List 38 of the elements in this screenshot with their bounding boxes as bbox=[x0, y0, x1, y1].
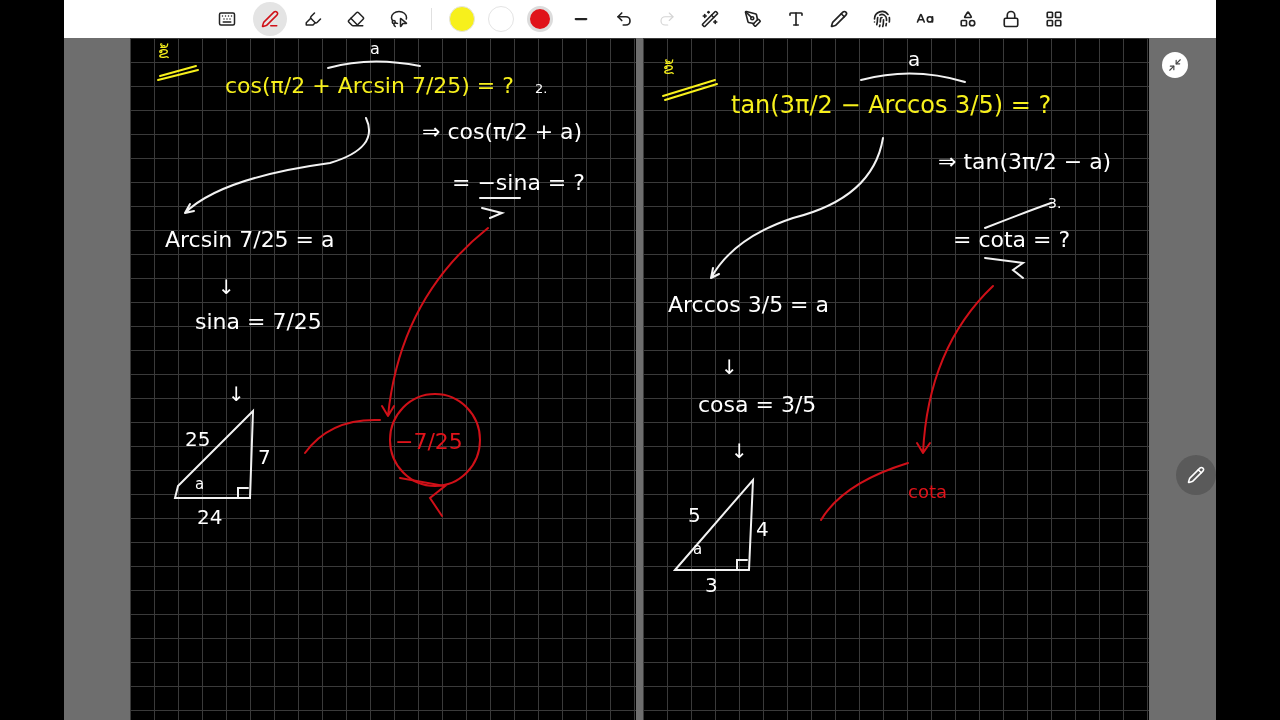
handwritten-text: 4 bbox=[756, 518, 769, 540]
pen-button[interactable] bbox=[1176, 455, 1216, 495]
handwritten-text: ຂໍ້ bbox=[663, 60, 674, 78]
handwritten-text: ⇒ cos(π/2 + a) bbox=[422, 120, 583, 145]
handwritten-text: cota bbox=[908, 482, 947, 502]
handwritten-text: ⇒ tan(3π/2 − a) bbox=[938, 150, 1112, 175]
color-swatch[interactable] bbox=[526, 6, 553, 32]
handwritten-text: ↓ bbox=[731, 440, 748, 462]
handwritten-text: ↓ bbox=[721, 356, 738, 378]
handwritten-text: ↓ bbox=[218, 276, 235, 298]
collapse-icon bbox=[1168, 58, 1182, 72]
handwritten-text: a bbox=[370, 40, 380, 58]
handwritten-text: 2. bbox=[535, 82, 548, 97]
pencil-icon bbox=[1187, 466, 1205, 484]
handwritten-text: Arccos 3/5 = a bbox=[668, 293, 830, 318]
handwritten-text: a bbox=[693, 541, 703, 558]
color-swatch[interactable] bbox=[487, 6, 514, 32]
color-swatch[interactable] bbox=[448, 6, 475, 32]
handwritten-text: = −sina = ? bbox=[452, 171, 585, 196]
pen-icon[interactable] bbox=[252, 2, 287, 36]
handwritten-text: a bbox=[195, 476, 205, 493]
handwritten-text: ຂໍ້ bbox=[158, 44, 169, 62]
handwritten-text: a bbox=[908, 48, 921, 70]
handwritten-text: Arcsin 7/25 = a bbox=[165, 228, 335, 253]
handwritten-text: 24 bbox=[197, 506, 223, 528]
handwritten-text: = cota = ? bbox=[953, 228, 1071, 253]
handwritten-text: cos(π/2 + Arcsin 7/25) = ? bbox=[225, 74, 514, 99]
handwritten-text: ↓ bbox=[228, 383, 245, 405]
handwritten-text: cosa = 3/5 bbox=[698, 393, 817, 418]
collapse-button[interactable] bbox=[1162, 52, 1188, 78]
handwritten-text: tan(3π/2 − Arccos 3/5) = ? bbox=[731, 92, 1052, 119]
handwritten-text: sina = 7/25 bbox=[195, 310, 322, 335]
handwritten-text: 7 bbox=[258, 446, 271, 468]
handwritten-text: 5 bbox=[688, 504, 701, 526]
handwritten-text: 3. bbox=[1048, 196, 1062, 212]
handwritten-text: 3 bbox=[705, 574, 718, 596]
handwritten-text: 25 bbox=[185, 428, 211, 450]
handwritten-text: −7/25 bbox=[395, 430, 463, 455]
